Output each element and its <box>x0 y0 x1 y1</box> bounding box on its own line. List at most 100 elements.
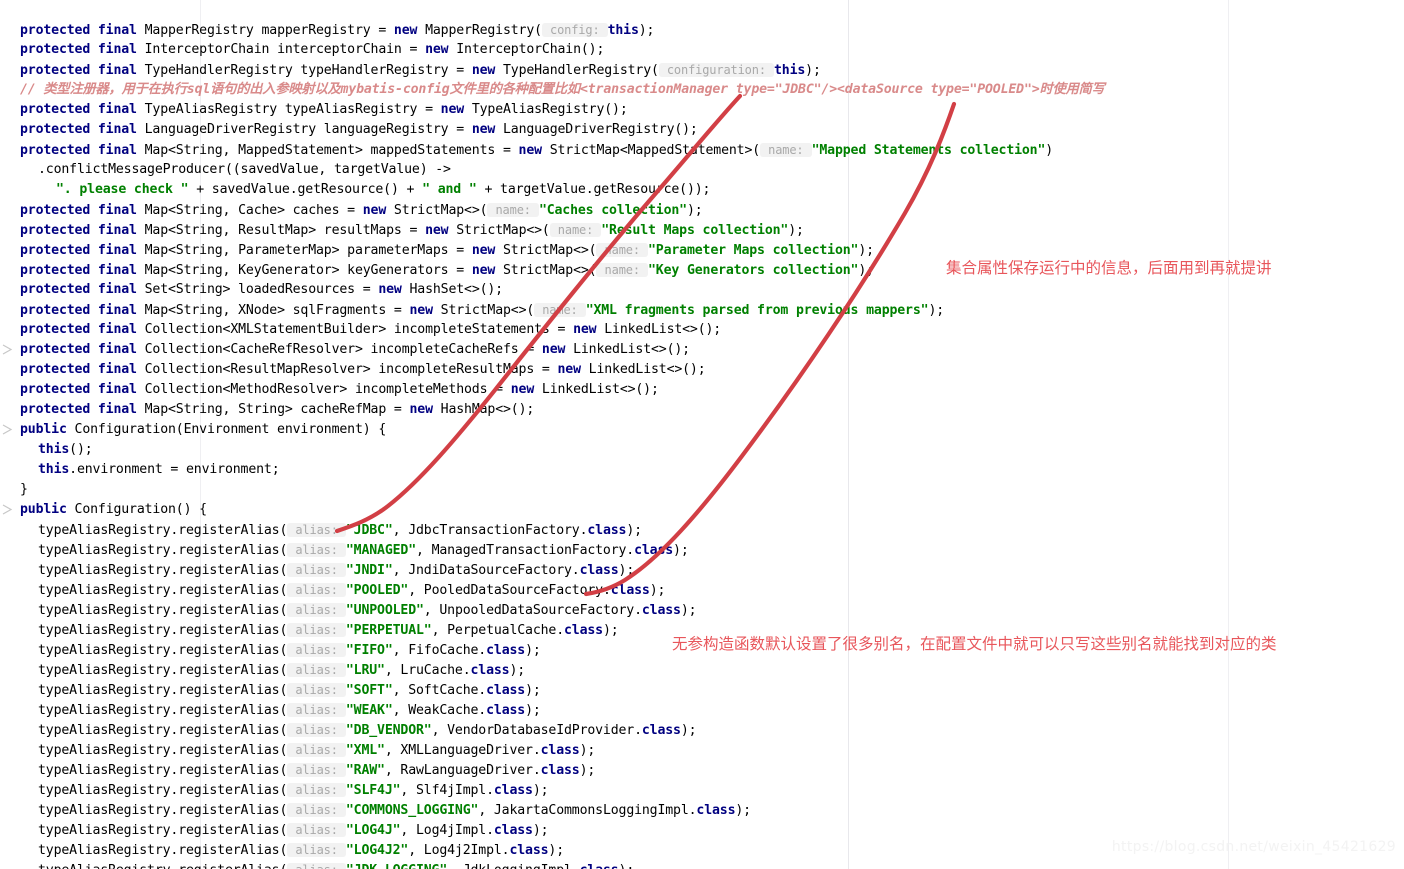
code-token-kw: class <box>494 783 533 798</box>
code-token-plain: MapperRegistry( <box>425 23 542 38</box>
code-token-kw: class <box>541 743 580 758</box>
code-line: this(); <box>0 440 1404 460</box>
code-token-plain: HashSet<>(); <box>410 282 503 297</box>
code-line: typeAliasRegistry.registerAlias( alias: … <box>0 540 1404 560</box>
code-token-str: " and " <box>422 182 477 197</box>
code-token-kw: this <box>774 63 805 78</box>
code-token-plain: ); <box>580 743 596 758</box>
code-token-plain: ); <box>639 23 655 38</box>
code-token-hint: alias: <box>287 783 346 797</box>
code-token-plain: ); <box>603 623 619 638</box>
code-token-str: "LOG4J2" <box>346 843 408 858</box>
code-token-str: "FIFO" <box>346 643 393 658</box>
code-token-plain: Collection<CacheRefResolver> incompleteC… <box>145 342 542 357</box>
code-token-plain: ); <box>533 783 549 798</box>
code-token-hint: alias: <box>287 843 346 857</box>
code-token-kw: class <box>642 603 681 618</box>
code-token-plain: StrictMap<>( <box>503 243 596 258</box>
code-token-hint: alias: <box>287 743 346 757</box>
code-token-plain: ) <box>1045 143 1053 158</box>
code-line: protected final Collection<XMLStatementB… <box>0 320 1404 340</box>
code-token-kw: new <box>511 382 542 397</box>
code-token-plain: typeAliasRegistry.registerAlias( <box>38 783 287 798</box>
code-line: protected final Map<String, Cache> cache… <box>0 200 1404 220</box>
code-token-kw: new <box>472 243 503 258</box>
code-token-str: "PERPETUAL" <box>346 623 432 638</box>
code-token-kw: class <box>471 663 510 678</box>
code-token-plain: , JndiDataSourceFactory. <box>393 563 580 578</box>
code-token-kw: protected final <box>20 102 145 117</box>
code-token-plain: , UnpooledDataSourceFactory. <box>424 603 642 618</box>
code-token-kw: class <box>696 803 735 818</box>
code-token-kw: new <box>410 402 441 417</box>
code-token-str: "WEAK" <box>346 703 393 718</box>
code-token-kw: class <box>611 583 650 598</box>
code-token-plain: typeAliasRegistry.registerAlias( <box>38 763 287 778</box>
code-line: protected final Set<String> loadedResour… <box>0 280 1404 300</box>
code-token-hint: alias: <box>287 823 346 837</box>
code-token-plain: Collection<MethodResolver> incompleteMet… <box>145 382 511 397</box>
code-token-hint: name: <box>534 303 586 317</box>
code-token-kw: new <box>410 303 441 318</box>
code-token-kw: class <box>509 843 548 858</box>
code-token-kw: protected final <box>20 243 145 258</box>
code-token-kw: public <box>20 422 75 437</box>
code-token-str: "LOG4J" <box>346 823 401 838</box>
code-line: protected final TypeAliasRegistry typeAl… <box>0 100 1404 120</box>
code-line: } <box>0 480 1404 500</box>
code-token-plain: , LruCache. <box>385 663 471 678</box>
code-token-kw: protected final <box>20 63 145 78</box>
code-token-plain: ); <box>509 663 525 678</box>
code-token-hint: alias: <box>287 683 346 697</box>
code-token-plain: typeAliasRegistry.registerAlias( <box>38 603 287 618</box>
code-token-hint: config: <box>542 23 608 37</box>
code-line: protected final Map<String, ResultMap> r… <box>0 220 1404 240</box>
code-token-plain: , FifoCache. <box>393 643 486 658</box>
code-token-plain: LinkedList<>(); <box>542 382 659 397</box>
code-line: typeAliasRegistry.registerAlias( alias: … <box>0 660 1404 680</box>
code-token-plain: (); <box>69 442 92 457</box>
code-token-plain: ); <box>735 803 751 818</box>
code-token-plain: ); <box>619 563 635 578</box>
code-token-kw: new <box>472 63 503 78</box>
code-line: protected final Collection<CacheRefResol… <box>0 340 1404 360</box>
code-token-kw: protected final <box>20 23 145 38</box>
code-editor[interactable]: protected final MapperRegistry mapperReg… <box>0 0 1404 869</box>
code-token-kw: protected final <box>20 42 145 57</box>
code-token-plain: LinkedList<>(); <box>604 322 721 337</box>
code-token-hint: alias: <box>287 863 346 869</box>
code-token-str: "Mapped Statements collection" <box>812 143 1046 158</box>
code-token-kw: protected final <box>20 223 145 238</box>
code-line: public Configuration(Environment environ… <box>0 420 1404 440</box>
code-line: typeAliasRegistry.registerAlias( alias: … <box>0 800 1404 820</box>
code-token-plain: Map<String, KeyGenerator> keyGenerators … <box>145 263 472 278</box>
code-token-kw: new <box>394 23 425 38</box>
code-token-plain: HashMap<>(); <box>441 402 534 417</box>
code-token-kw: class <box>486 683 525 698</box>
code-token-kw: protected final <box>20 203 145 218</box>
code-content[interactable]: protected final MapperRegistry mapperReg… <box>0 20 1404 869</box>
code-token-kw: class <box>564 623 603 638</box>
code-token-str: "RAW" <box>346 763 385 778</box>
code-token-plain: Configuration() { <box>75 502 207 517</box>
code-token-plain: , Slf4jImpl. <box>400 783 493 798</box>
code-token-plain: .conflictMessageProducer((savedValue, ta… <box>38 162 451 177</box>
code-token-hint: alias: <box>287 543 346 557</box>
code-token-plain: , Log4jImpl. <box>400 823 493 838</box>
code-token-str: "COMMONS_LOGGING" <box>346 803 478 818</box>
code-token-plain: , JdbcTransactionFactory. <box>393 523 588 538</box>
code-token-str: "Key Generators collection" <box>648 263 858 278</box>
code-token-kw: class <box>580 563 619 578</box>
code-token-plain: Collection<XMLStatementBuilder> incomple… <box>145 322 573 337</box>
code-token-kw: new <box>425 42 456 57</box>
code-token-plain: TypeAliasRegistry typeAliasRegistry = <box>145 102 441 117</box>
code-token-hint: alias: <box>287 523 346 537</box>
code-token-str: "MANAGED" <box>346 543 416 558</box>
code-token-str: "UNPOOLED" <box>346 603 424 618</box>
code-line: .conflictMessageProducer((savedValue, ta… <box>0 160 1404 180</box>
code-line: typeAliasRegistry.registerAlias( alias: … <box>0 680 1404 700</box>
watermark: https://blog.csdn.net/weixin_45421629 <box>1112 839 1396 855</box>
code-token-kw: protected final <box>20 342 145 357</box>
code-token-hint: alias: <box>287 583 346 597</box>
code-token-kw: new <box>542 342 573 357</box>
